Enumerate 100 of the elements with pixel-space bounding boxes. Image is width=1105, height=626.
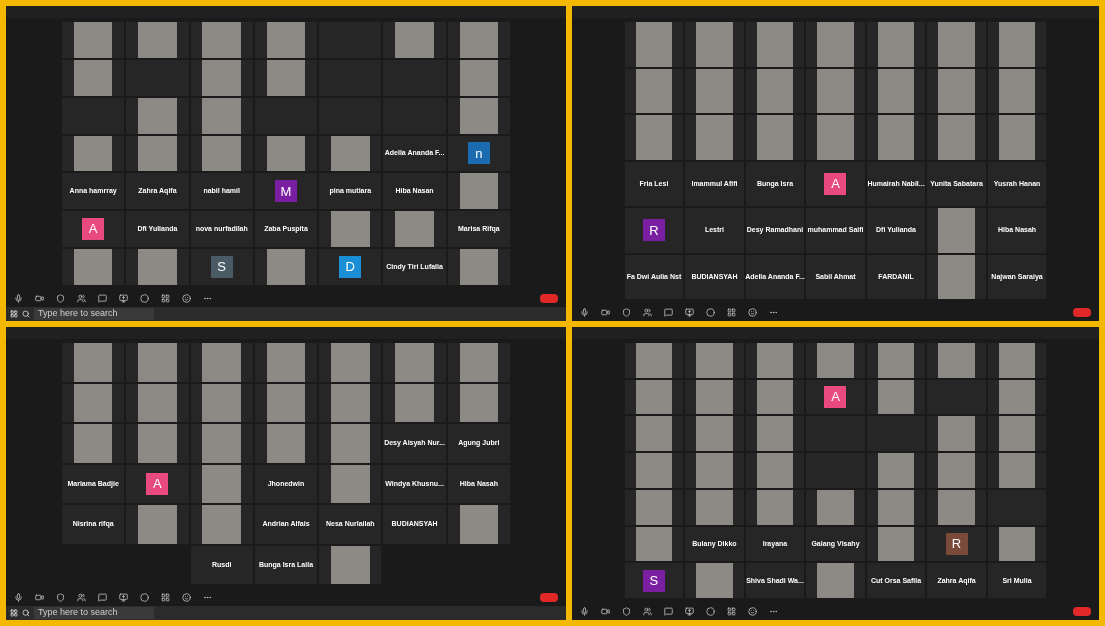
share-screen-icon[interactable] <box>119 293 128 303</box>
grid-icon[interactable] <box>727 606 736 616</box>
photo-placeholder <box>938 22 975 67</box>
shield-icon[interactable] <box>622 307 631 317</box>
photo-placeholder <box>877 526 915 562</box>
photo-placeholder <box>202 59 241 96</box>
photo-placeholder <box>202 343 241 382</box>
photo-placeholder <box>73 22 113 58</box>
photo-placeholder <box>138 505 177 544</box>
chat-icon[interactable] <box>98 592 107 602</box>
grid-icon[interactable] <box>727 307 736 317</box>
photo-placeholder <box>998 416 1036 452</box>
smiley-icon[interactable] <box>748 307 757 317</box>
photo-placeholder <box>635 343 673 378</box>
microphone-icon[interactable] <box>580 606 589 616</box>
photo-placeholder <box>202 22 241 58</box>
photo-placeholder <box>73 59 113 96</box>
photo-placeholder <box>202 135 241 172</box>
photo-placeholder <box>938 453 975 488</box>
photo-placeholder <box>817 343 854 378</box>
photo-placeholder <box>817 22 854 67</box>
video-camera-icon[interactable] <box>601 606 610 616</box>
photo-placeholder <box>395 211 434 248</box>
photo-placeholder <box>266 22 306 58</box>
record-icon[interactable] <box>140 592 149 602</box>
microphone-icon[interactable] <box>14 293 23 303</box>
share-screen-icon[interactable] <box>685 307 694 317</box>
microphone-icon[interactable] <box>14 592 23 602</box>
photo-placeholder <box>266 424 306 463</box>
photo-placeholder <box>459 173 499 210</box>
photo-placeholder <box>998 115 1036 160</box>
chat-icon[interactable] <box>98 293 107 303</box>
video-camera-icon[interactable] <box>35 592 44 602</box>
video-camera-icon[interactable] <box>601 307 610 317</box>
photo-placeholder <box>330 545 370 584</box>
avatar-letter: A <box>831 388 840 407</box>
photo-placeholder <box>73 383 113 422</box>
photo-placeholder <box>938 208 975 253</box>
video-camera-icon[interactable] <box>35 293 44 303</box>
photo-placeholder <box>696 115 733 160</box>
chat-icon[interactable] <box>664 606 673 616</box>
photo-placeholder <box>138 22 177 58</box>
photo-placeholder <box>138 343 177 382</box>
record-icon[interactable] <box>706 606 715 616</box>
photo-placeholder <box>938 68 975 113</box>
microphone-icon[interactable] <box>580 307 589 317</box>
search-field[interactable]: Type here to search <box>34 308 154 320</box>
chat-icon[interactable] <box>664 307 673 317</box>
smiley-icon[interactable] <box>182 293 191 303</box>
record-icon[interactable] <box>140 293 149 303</box>
photo-placeholder <box>696 22 733 67</box>
photo-placeholder <box>330 424 370 463</box>
photo-placeholder <box>998 343 1036 378</box>
photo-placeholder <box>998 453 1036 488</box>
participants-icon[interactable] <box>643 606 652 616</box>
photo-placeholder <box>817 68 854 113</box>
smiley-icon[interactable] <box>748 606 757 616</box>
video-tile <box>126 59 189 96</box>
end-button[interactable] <box>1073 307 1091 317</box>
photo-placeholder <box>696 68 733 113</box>
photo-placeholder <box>877 379 915 415</box>
photo-placeholder <box>395 22 434 58</box>
photo-placeholder <box>696 379 733 415</box>
end-button[interactable] <box>1073 606 1091 616</box>
photo-placeholder <box>330 383 370 422</box>
avatar-letter: A <box>153 475 162 493</box>
photo-placeholder <box>395 383 434 422</box>
photo-placeholder <box>138 97 177 134</box>
photo-placeholder <box>877 453 915 488</box>
video-tile <box>254 97 318 134</box>
avatar-letter: A <box>831 175 840 193</box>
grid-icon[interactable] <box>161 592 170 602</box>
photo-placeholder <box>756 453 794 488</box>
grid-icon[interactable] <box>161 293 170 303</box>
record-icon[interactable] <box>706 307 715 317</box>
photo-placeholder <box>459 59 499 96</box>
share-screen-icon[interactable] <box>685 606 694 616</box>
shield-icon[interactable] <box>622 606 631 616</box>
avatar-letter: R <box>649 221 659 240</box>
photo-placeholder <box>696 416 733 452</box>
participants-icon[interactable] <box>77 592 86 602</box>
photo-placeholder <box>138 383 177 422</box>
video-tile <box>383 59 446 96</box>
shield-icon[interactable] <box>56 592 65 602</box>
photo-placeholder <box>635 115 673 160</box>
shield-icon[interactable] <box>56 293 65 303</box>
avatar-letter: S <box>217 258 227 277</box>
participants-icon[interactable] <box>77 293 86 303</box>
photo-placeholder <box>696 563 733 598</box>
photo-placeholder <box>635 526 673 562</box>
end-button[interactable] <box>540 293 558 303</box>
photo-placeholder <box>696 453 733 488</box>
participants-icon[interactable] <box>643 307 652 317</box>
end-button[interactable] <box>540 592 558 602</box>
photo-placeholder <box>459 22 499 58</box>
smiley-icon[interactable] <box>182 592 191 602</box>
search-field[interactable]: Type here to search <box>34 607 154 619</box>
photo-placeholder <box>998 22 1036 67</box>
share-screen-icon[interactable] <box>119 592 128 602</box>
video-tile <box>62 97 125 134</box>
